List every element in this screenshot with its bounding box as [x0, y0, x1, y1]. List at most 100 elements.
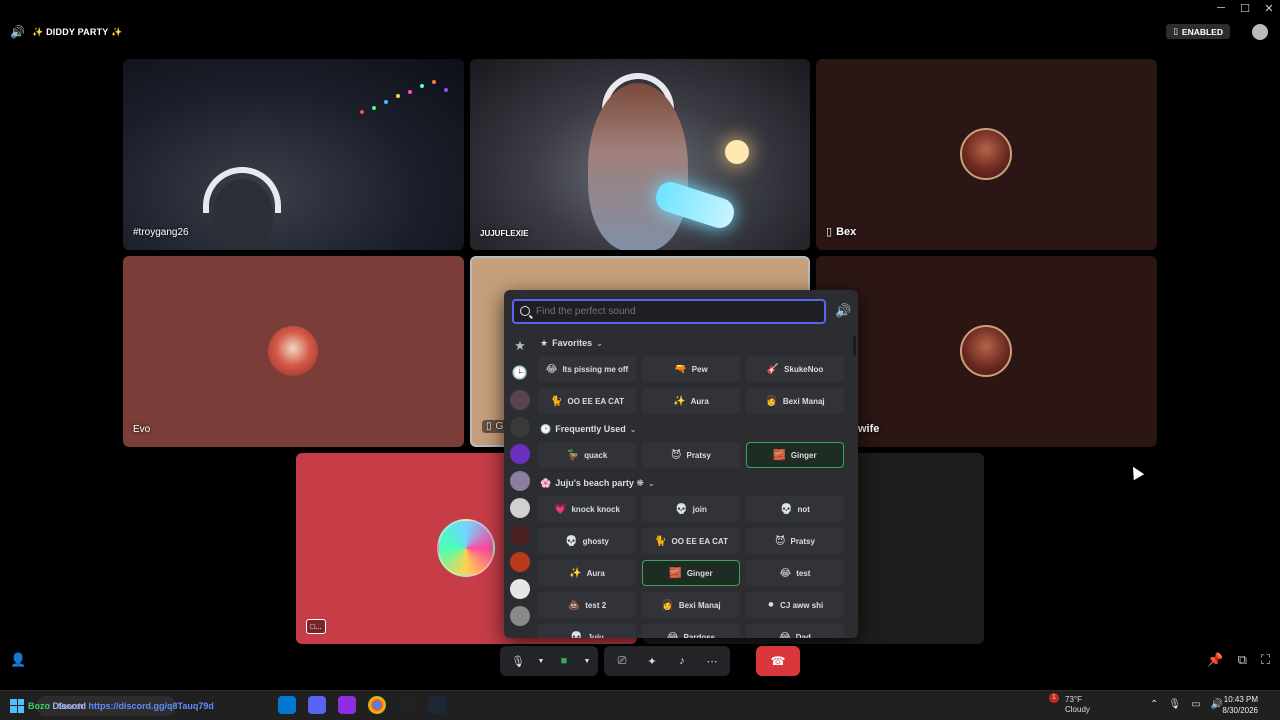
chevron-down-icon[interactable]: ▼: [580, 648, 594, 674]
server-icon[interactable]: [510, 525, 530, 545]
speaker-icon[interactable]: 🔊: [1211, 699, 1223, 710]
chevron-down-icon: ⌄: [596, 338, 603, 348]
avatar: [437, 519, 495, 577]
sound-button[interactable]: 😂 Its pissing me off: [538, 356, 636, 382]
sound-category-header[interactable]: 🕒 Frequently Used ⌄: [540, 420, 854, 438]
sound-label: Ginger: [790, 450, 817, 460]
chevron-down-icon[interactable]: ▼: [534, 648, 548, 674]
minimize-button[interactable]: ─: [1214, 2, 1228, 15]
mic-tray-icon[interactable]: 🎙: [1168, 699, 1181, 710]
server-icon[interactable]: [510, 498, 530, 518]
activities-icon[interactable]: ✦: [638, 648, 666, 674]
sound-button[interactable]: 💀 join: [642, 496, 740, 522]
store-icon[interactable]: [278, 696, 296, 714]
windows-start-icon[interactable]: [10, 698, 24, 713]
sound-button[interactable]: 😂 test: [746, 560, 844, 586]
server-icon[interactable]: [510, 417, 530, 437]
sound-button[interactable]: 🎸 SkukeNoo: [746, 356, 844, 382]
call-controls: 🎙 ▼ ■ ▼ ⎚ ✦ ♪ ⋯ ☎: [500, 646, 800, 676]
recent-clock-icon[interactable]: 🕒: [510, 363, 530, 383]
camera-icon[interactable]: ■: [550, 648, 578, 674]
server-icon[interactable]: [510, 444, 530, 464]
sound-emoji-icon: 😂: [779, 631, 791, 639]
sound-category-header[interactable]: 🌸 Juju's beach party ❋ ⌄: [540, 474, 854, 492]
sound-category-header[interactable]: ★ Favorites ⌄: [540, 334, 854, 352]
popout-icon[interactable]: ⧉: [1238, 652, 1247, 668]
close-button[interactable]: ✕: [1262, 2, 1276, 15]
sound-emoji-icon: 😈: [671, 449, 682, 461]
sound-button[interactable]: 😈 Pratsy: [746, 528, 844, 554]
sound-button[interactable]: 🦆 quack: [538, 442, 636, 468]
participant-name: JUJUFLEXIE: [480, 229, 529, 238]
sound-label: Juju: [587, 632, 604, 639]
sound-label: Aura: [690, 396, 709, 406]
sound-button[interactable]: 🧱 Ginger: [746, 442, 844, 468]
discord-call-window: ─ ☐ ✕ 🔊 ✨ DIDDY PARTY ✨ ▯ ENABLED #troyg…: [0, 0, 1280, 720]
chrome-icon[interactable]: [368, 696, 386, 714]
fullscreen-icon[interactable]: ⛶: [1261, 652, 1270, 668]
sound-label: Pratsy: [790, 536, 815, 546]
pin-icon[interactable]: 📌: [1207, 652, 1223, 668]
sound-row: ✨ Aura 🧱 Ginger 😂 test: [538, 560, 854, 586]
sound-list: ★ Favorites ⌄ 😂 Its pissing me off 🔫 Pew 🎸 Skuke…: [538, 334, 854, 638]
chevron-down-icon: ⌄: [647, 478, 655, 488]
sound-button[interactable]: 💩 test 2: [538, 592, 636, 618]
server-icon[interactable]: [510, 471, 530, 491]
video-tile[interactable]: Evo: [123, 256, 464, 447]
display-icon[interactable]: ▭: [1191, 699, 1200, 710]
sound-button[interactable]: ✨ Aura: [538, 560, 636, 586]
volume-icon[interactable]: 🔊: [835, 303, 851, 319]
sound-button[interactable]: ✨ Aura: [642, 388, 740, 414]
sound-button[interactable]: 💗 knock knock: [538, 496, 636, 522]
avatar: [960, 325, 1012, 377]
taskbar-clock[interactable]: 10:43 PM 8/30/2026: [1222, 694, 1258, 716]
sound-row: 💀 ghosty 🐈 OO EE EA CAT 😈 Pratsy: [538, 528, 854, 554]
sound-button[interactable]: 🧱 Ginger: [642, 560, 740, 586]
sound-button[interactable]: 😈 Pratsy: [642, 442, 740, 468]
app-icon[interactable]: [398, 696, 416, 714]
sound-button[interactable]: ⚫ CJ aww shi: [746, 592, 844, 618]
sound-button[interactable]: 👩 Bexi Manaj: [746, 388, 844, 414]
sound-label: Pew: [691, 364, 708, 374]
steam-icon[interactable]: [428, 696, 446, 714]
chevron-up-icon[interactable]: ⌃: [1150, 699, 1158, 710]
discord-icon[interactable]: [308, 696, 326, 714]
sound-button[interactable]: 🐈 OO EE EA CAT: [642, 528, 740, 554]
video-tile[interactable]: wife: [816, 256, 1157, 447]
sound-button[interactable]: 😂 Dad: [746, 624, 844, 638]
server-icon[interactable]: [510, 552, 530, 572]
soundboard-icon[interactable]: ♪: [668, 648, 696, 674]
favorites-star-icon[interactable]: ★: [510, 336, 530, 356]
video-tile[interactable]: ▯ Bex: [816, 59, 1157, 250]
sound-emoji-icon: 💀: [675, 503, 688, 515]
server-icon[interactable]: [510, 606, 530, 626]
sound-button[interactable]: 😂 Pardoss: [642, 624, 740, 638]
disconnect-button[interactable]: ☎: [756, 646, 800, 676]
maximize-button[interactable]: ☐: [1238, 2, 1252, 15]
chat-bubble-icon[interactable]: [1252, 24, 1268, 40]
screen-share-icon[interactable]: ⎚: [608, 648, 636, 674]
category-title: Favorites: [552, 338, 593, 348]
sound-button[interactable]: 🐈 OO EE EA CAT: [538, 388, 636, 414]
sound-button[interactable]: 💀 ghosty: [538, 528, 636, 554]
sound-label: knock knock: [571, 504, 620, 514]
music-icon[interactable]: [338, 696, 356, 714]
server-icon[interactable]: [510, 579, 530, 599]
category-icon: 🌸: [540, 477, 552, 488]
sound-button[interactable]: 💀 not: [746, 496, 844, 522]
server-icon[interactable]: [510, 390, 530, 410]
sound-search-input[interactable]: [536, 306, 824, 317]
weather-widget[interactable]: 1 73°F Cloudy: [1043, 693, 1090, 715]
microphone-icon[interactable]: 🎙: [504, 648, 532, 674]
enabled-badge[interactable]: ▯ ENABLED: [1166, 24, 1230, 39]
sound-label: join: [692, 504, 707, 514]
sound-button[interactable]: 💀 Juju: [538, 624, 636, 638]
sound-button[interactable]: 👩 Bexi Manaj: [642, 592, 740, 618]
video-tile[interactable]: JUJUFLEXIE: [470, 59, 810, 250]
sound-button[interactable]: 🔫 Pew: [642, 356, 740, 382]
add-user-icon[interactable]: 👤: [10, 652, 26, 668]
sound-search-field[interactable]: [512, 299, 826, 324]
sound-emoji-icon: 🎸: [766, 363, 780, 375]
more-icon[interactable]: ⋯: [698, 648, 726, 674]
chevron-down-icon: ⌄: [629, 424, 637, 434]
